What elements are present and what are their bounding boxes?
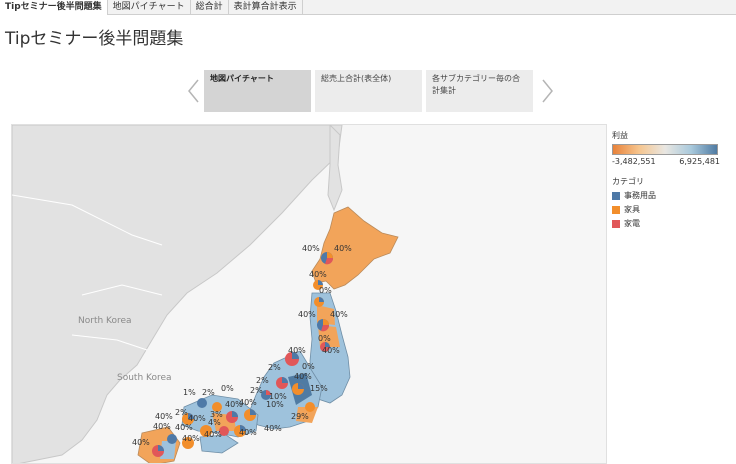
category-label: 事務用品 <box>624 191 656 200</box>
pie-label: 40% <box>132 438 150 447</box>
country-label-south-korea: South Korea <box>117 373 172 383</box>
category-label: 家電 <box>624 219 640 228</box>
swatch-appliances <box>612 219 620 228</box>
category-label: 家具 <box>624 205 640 214</box>
story-next-button[interactable] <box>537 70 559 112</box>
category-legend-title: カテゴリ <box>612 177 644 186</box>
pie-label: 15% <box>310 384 328 393</box>
tab-tip-seminar[interactable]: Tipセミナー後半問題集 <box>0 0 108 15</box>
pie-label: 0% <box>319 286 332 295</box>
tab-map-pie-chart[interactable]: 地図パイチャート <box>108 0 191 14</box>
pie-marker[interactable] <box>197 398 207 408</box>
pie-marker[interactable] <box>276 377 288 389</box>
pie-label: 0% <box>318 334 331 343</box>
pie-marker[interactable] <box>314 297 324 307</box>
pie-label: 2% <box>175 408 188 417</box>
pie-marker[interactable] <box>226 411 238 423</box>
pie-label: 4% <box>208 418 221 427</box>
tab-grand-total[interactable]: 総合計 <box>191 0 229 14</box>
pie-label: 40% <box>153 422 171 431</box>
pie-label: 40% <box>288 346 306 355</box>
pie-label: 40% <box>334 244 352 253</box>
map-legend: 利益 -3,482,551 6,925,481 カテゴリ 事務用品 家具 家電 <box>612 130 732 229</box>
pie-label: 40% <box>309 270 327 279</box>
profit-min-label: -3,482,551 <box>612 157 656 166</box>
swatch-furniture <box>612 205 620 214</box>
page-title: Tipセミナー後半問題集 <box>5 29 184 49</box>
pie-label: 40% <box>182 434 200 443</box>
pie-label: 40% <box>330 310 348 319</box>
pie-label: 2% <box>202 388 215 397</box>
pie-label: 2% <box>268 363 281 372</box>
story-point-map-pie[interactable]: 地図パイチャート <box>204 70 311 112</box>
chevron-right-icon <box>542 79 553 103</box>
pie-label: 40% <box>188 414 206 423</box>
pie-label: 0% <box>221 384 234 393</box>
pie-label: 40% <box>298 310 316 319</box>
story-prev-button[interactable] <box>182 70 204 112</box>
pie-label: 40% <box>225 400 243 409</box>
country-label-north-korea: North Korea <box>78 316 132 326</box>
pie-label: 10% <box>266 400 284 409</box>
japan-map-view[interactable]: North Korea South Korea 40% 40% 40% 0% 4… <box>11 124 607 464</box>
pie-label: 40% <box>204 430 222 439</box>
pie-label: 40% <box>264 424 282 433</box>
pie-label: 40% <box>302 244 320 253</box>
pie-label: 40% <box>294 372 312 381</box>
category-legend-item[interactable]: 家電 <box>612 218 732 229</box>
story-navigator: 地図パイチャート 総売上合計(表全体) 各サブカテゴリー毎の合計集計 <box>182 70 559 112</box>
pie-marker[interactable] <box>167 434 177 444</box>
pie-marker[interactable] <box>305 402 315 412</box>
pie-label: 40% <box>175 423 193 432</box>
pie-label: 40% <box>155 412 173 421</box>
pie-marker[interactable] <box>152 445 164 457</box>
chevron-left-icon <box>188 79 199 103</box>
pie-marker[interactable] <box>292 383 304 395</box>
profit-max-label: 6,925,481 <box>679 157 720 166</box>
story-point-total-sales[interactable]: 総売上合計(表全体) <box>315 70 422 112</box>
profit-color-gradient <box>612 144 718 155</box>
tab-table-calc-total[interactable]: 表計算合計表示 <box>229 0 303 14</box>
japan-map-svg: North Korea South Korea 40% 40% 40% 0% 4… <box>12 125 606 463</box>
pie-label: 29% <box>291 412 309 421</box>
pie-label: 0% <box>302 362 315 371</box>
pie-label: 2% <box>256 376 269 385</box>
profit-legend-title: 利益 <box>612 131 628 140</box>
category-legend-item[interactable]: 事務用品 <box>612 190 732 201</box>
pie-marker[interactable] <box>244 409 256 421</box>
pie-label: 40% <box>322 346 340 355</box>
story-point-subcategory-total[interactable]: 各サブカテゴリー毎の合計集計 <box>426 70 533 112</box>
pie-label: 1% <box>183 388 196 397</box>
story-tab-bar: Tipセミナー後半問題集 地図パイチャート 総合計 表計算合計表示 <box>0 0 736 15</box>
pie-label: 2% <box>250 386 263 395</box>
swatch-office-supplies <box>612 191 620 200</box>
category-legend-item[interactable]: 家具 <box>612 204 732 215</box>
pie-label: 40% <box>239 428 257 437</box>
